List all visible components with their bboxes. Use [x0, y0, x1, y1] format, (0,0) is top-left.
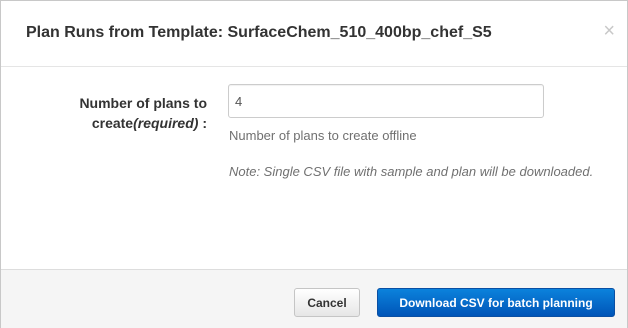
dialog-header: Plan Runs from Template: SurfaceChem_510…: [1, 1, 627, 67]
csv-note: Note: Single CSV file with sample and pl…: [229, 164, 594, 179]
required-marker: (required): [133, 115, 199, 131]
dialog-body: Number of plans to create(required) : Nu…: [1, 67, 627, 269]
dialog-footer: Cancel Download CSV for batch planning: [1, 269, 627, 328]
cancel-button[interactable]: Cancel: [294, 288, 360, 317]
plans-count-input[interactable]: [228, 84, 544, 118]
plan-runs-dialog: Plan Runs from Template: SurfaceChem_510…: [0, 0, 628, 328]
dialog-title: Plan Runs from Template: SurfaceChem_510…: [26, 24, 492, 41]
download-csv-button[interactable]: Download CSV for batch planning: [377, 288, 615, 317]
close-icon[interactable]: ×: [603, 21, 615, 41]
plans-count-label: Number of plans to create(required) :: [29, 93, 207, 133]
plans-count-help: Number of plans to create offline: [229, 128, 417, 143]
label-colon: :: [198, 115, 207, 131]
